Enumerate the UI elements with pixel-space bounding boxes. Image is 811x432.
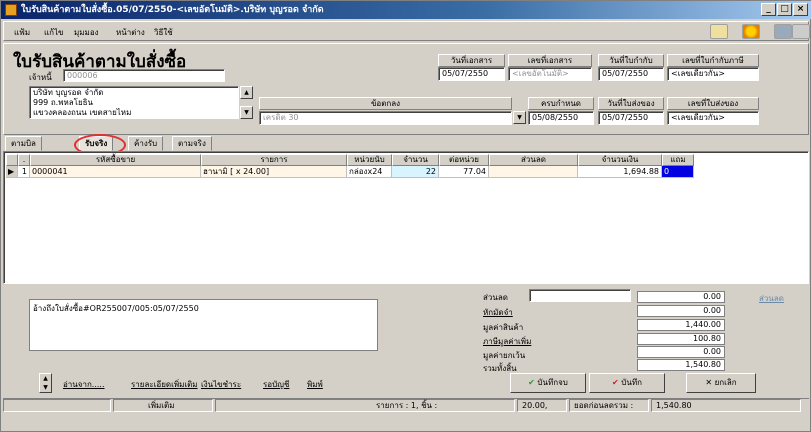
- link-accounting[interactable]: รอบัญชี: [263, 378, 289, 391]
- save-button[interactable]: ✔ บันทึก: [589, 373, 665, 393]
- address-line-3: แขวงคลองถนน เขตสายไหม: [33, 108, 132, 117]
- link-print[interactable]: พิมพ์: [307, 378, 323, 391]
- discount-label: ส่วนลด: [483, 293, 508, 302]
- grid-header-unit: หน่วยนับ: [347, 154, 392, 166]
- link-read-from[interactable]: อ่านจาก.....: [63, 378, 105, 391]
- tab-per-bill[interactable]: ตามบิล: [5, 136, 42, 151]
- close-button[interactable]: ×: [793, 3, 808, 16]
- address-line-2: 999 ถ.พหลโยธิน: [33, 98, 93, 107]
- terms-field[interactable]: เครดิต 30: [259, 111, 512, 125]
- monitor-icon[interactable]: [774, 24, 792, 39]
- spin-updown-icon[interactable]: ▲ ▼: [39, 373, 52, 393]
- address-line-1: บริษัท บุญรอด จำกัด: [33, 88, 104, 97]
- grid-header-qty: จำนวน: [392, 154, 439, 166]
- vat-value: 100.80: [637, 333, 725, 345]
- terms-dropdown-icon[interactable]: ▼: [513, 111, 526, 124]
- cell-amount[interactable]: 1,694.88: [578, 166, 662, 178]
- grid-header-code: รหัสซื้อขาย: [30, 154, 201, 166]
- tab-actual[interactable]: ตามจริง: [172, 136, 212, 151]
- grid-header-discount: ส่วนลด: [489, 154, 578, 166]
- exempt-label: มูลค่ายกเว้น: [483, 351, 526, 360]
- memo-box[interactable]: อ้างถึงใบสั่งซื้อ#OR255007/005:05/07/255…: [29, 299, 378, 351]
- terms-header: ข้อตกลง: [259, 97, 512, 110]
- tax-invoice-field[interactable]: <เลขเดียวกัน>: [667, 67, 759, 81]
- menu-file[interactable]: แฟ้ม: [14, 26, 30, 39]
- tax-invoice-header: เลขที่ใบกำกับภาษี: [667, 54, 759, 67]
- grid-header-price: ต่อหน่วย: [439, 154, 489, 166]
- link-more-details[interactable]: รายละเอียดเพิ่มเติม: [131, 378, 198, 391]
- invoice-date-header: วันที่ใบกำกับ: [598, 54, 664, 67]
- status-before-label: ยอดก่อนลดรวม :: [569, 399, 649, 412]
- cell-no[interactable]: 1: [18, 166, 30, 178]
- exit-icon[interactable]: [792, 24, 810, 39]
- deposit-value: 0.00: [637, 305, 725, 317]
- check-red-icon: ✔: [612, 378, 619, 387]
- scroll-down-icon[interactable]: ▼: [240, 106, 253, 119]
- grid-header-amount: จำนวนเงิน: [578, 154, 662, 166]
- cell-discount[interactable]: [489, 166, 578, 178]
- exempt-value: 0.00: [637, 346, 725, 358]
- creditor-code-field[interactable]: 000006: [63, 69, 225, 82]
- status-bar: เพิ่มเติม รายการ : 1, ชิ้น : 20.00, ยอดก…: [3, 398, 809, 412]
- coin-icon[interactable]: [742, 24, 760, 39]
- save-close-button[interactable]: ✔ บันทึกจบ: [510, 373, 586, 393]
- maximize-button[interactable]: □: [777, 3, 792, 16]
- cell-price[interactable]: 77.04: [439, 166, 489, 178]
- pencil-icon[interactable]: [710, 24, 728, 39]
- delivery-date-header: วันที่ใบส่งของ: [598, 97, 664, 110]
- cancel-button[interactable]: ✕ ยกเลิก: [686, 373, 756, 393]
- address-box[interactable]: บริษัท บุญรอด จำกัด 999 ถ.พหลโยธิน แขวงค…: [29, 86, 239, 119]
- doc-no-header: เลขที่เอกสาร: [508, 54, 592, 67]
- cell-desc[interactable]: ฮานามิ [ x 24.00]: [201, 166, 347, 178]
- doc-no-field[interactable]: <เลขอัตโนมัติ>: [508, 67, 592, 81]
- title-bar[interactable]: ใบรับสินค้าตามใบสั่งซื้อ.05/07/2550-<เลข…: [1, 1, 811, 19]
- creditor-label: เจ้าหนี้: [29, 73, 52, 82]
- minimize-button[interactable]: _: [761, 3, 776, 16]
- due-date-field[interactable]: 05/08/2550: [528, 111, 594, 125]
- grid-header-no: .: [18, 154, 30, 166]
- delivery-no-header: เลขที่ใบส่งของ: [667, 97, 759, 110]
- due-header: ครบกำหนด: [528, 97, 594, 110]
- status-mode: เพิ่มเติม: [113, 399, 213, 412]
- window-title: ใบรับสินค้าตามใบสั่งซื้อ.05/07/2550-<เลข…: [21, 5, 324, 15]
- row-marker-icon: ▶: [6, 166, 18, 178]
- app-icon: [5, 4, 17, 16]
- menu-bar: แฟ้ม แก้ไข มุมมอง หน้าต่าง วิธีใช้: [3, 21, 810, 41]
- invoice-date-field[interactable]: 05/07/2550: [598, 67, 664, 81]
- vat-label[interactable]: ภาษีมูลค่าเพิ่ม: [483, 335, 531, 348]
- cell-code[interactable]: 0000041: [30, 166, 201, 178]
- status-before-value: 1,540.80: [651, 399, 801, 412]
- discount-button[interactable]: ส่วนลด: [759, 292, 784, 305]
- scroll-up-icon[interactable]: ▲: [240, 86, 253, 99]
- total-value: 1,540.80: [637, 359, 725, 371]
- delivery-date-field[interactable]: 05/07/2550: [598, 111, 664, 125]
- main-window: ใบรับสินค้าตามใบสั่งซื้อ.05/07/2550-<เลข…: [0, 0, 811, 432]
- goods-value: 1,440.00: [637, 319, 725, 331]
- check-icon: ✔: [528, 378, 535, 387]
- status-qty: 20.00,: [517, 399, 567, 412]
- deposit-label[interactable]: หักมัดจำ: [483, 306, 513, 319]
- cell-qty[interactable]: 22: [392, 166, 439, 178]
- cell-free[interactable]: 0: [662, 166, 694, 178]
- menu-window[interactable]: หน้าต่าง: [116, 26, 145, 39]
- menu-help[interactable]: วิธีใช้: [154, 26, 173, 39]
- delivery-no-field[interactable]: <เลขเดียวกัน>: [667, 111, 759, 125]
- items-grid[interactable]: . รหัสซื้อขาย รายการ หน่วยนับ จำนวน ต่อห…: [3, 151, 809, 284]
- grid-header-free: แถม: [662, 154, 694, 166]
- tab-pending[interactable]: ค้างรับ: [128, 136, 164, 151]
- goods-label: มูลค่าสินค้า: [483, 323, 524, 332]
- x-icon: ✕: [705, 378, 713, 387]
- grid-header-selector: [6, 154, 18, 166]
- doc-date-header: วันที่เอกสาร: [438, 54, 505, 67]
- link-payment-terms[interactable]: เงินไขชำระ: [201, 378, 241, 391]
- doc-date-field[interactable]: 05/07/2550: [438, 67, 505, 81]
- discount-input[interactable]: [529, 289, 631, 302]
- menu-view[interactable]: มุมมอง: [74, 26, 99, 39]
- status-summary: รายการ : 1, ชิ้น :: [215, 399, 515, 412]
- discount-value: 0.00: [637, 291, 725, 303]
- cell-unit[interactable]: กล่องx24: [347, 166, 392, 178]
- menu-edit[interactable]: แก้ไข: [44, 26, 64, 39]
- grid-header-desc: รายการ: [201, 154, 347, 166]
